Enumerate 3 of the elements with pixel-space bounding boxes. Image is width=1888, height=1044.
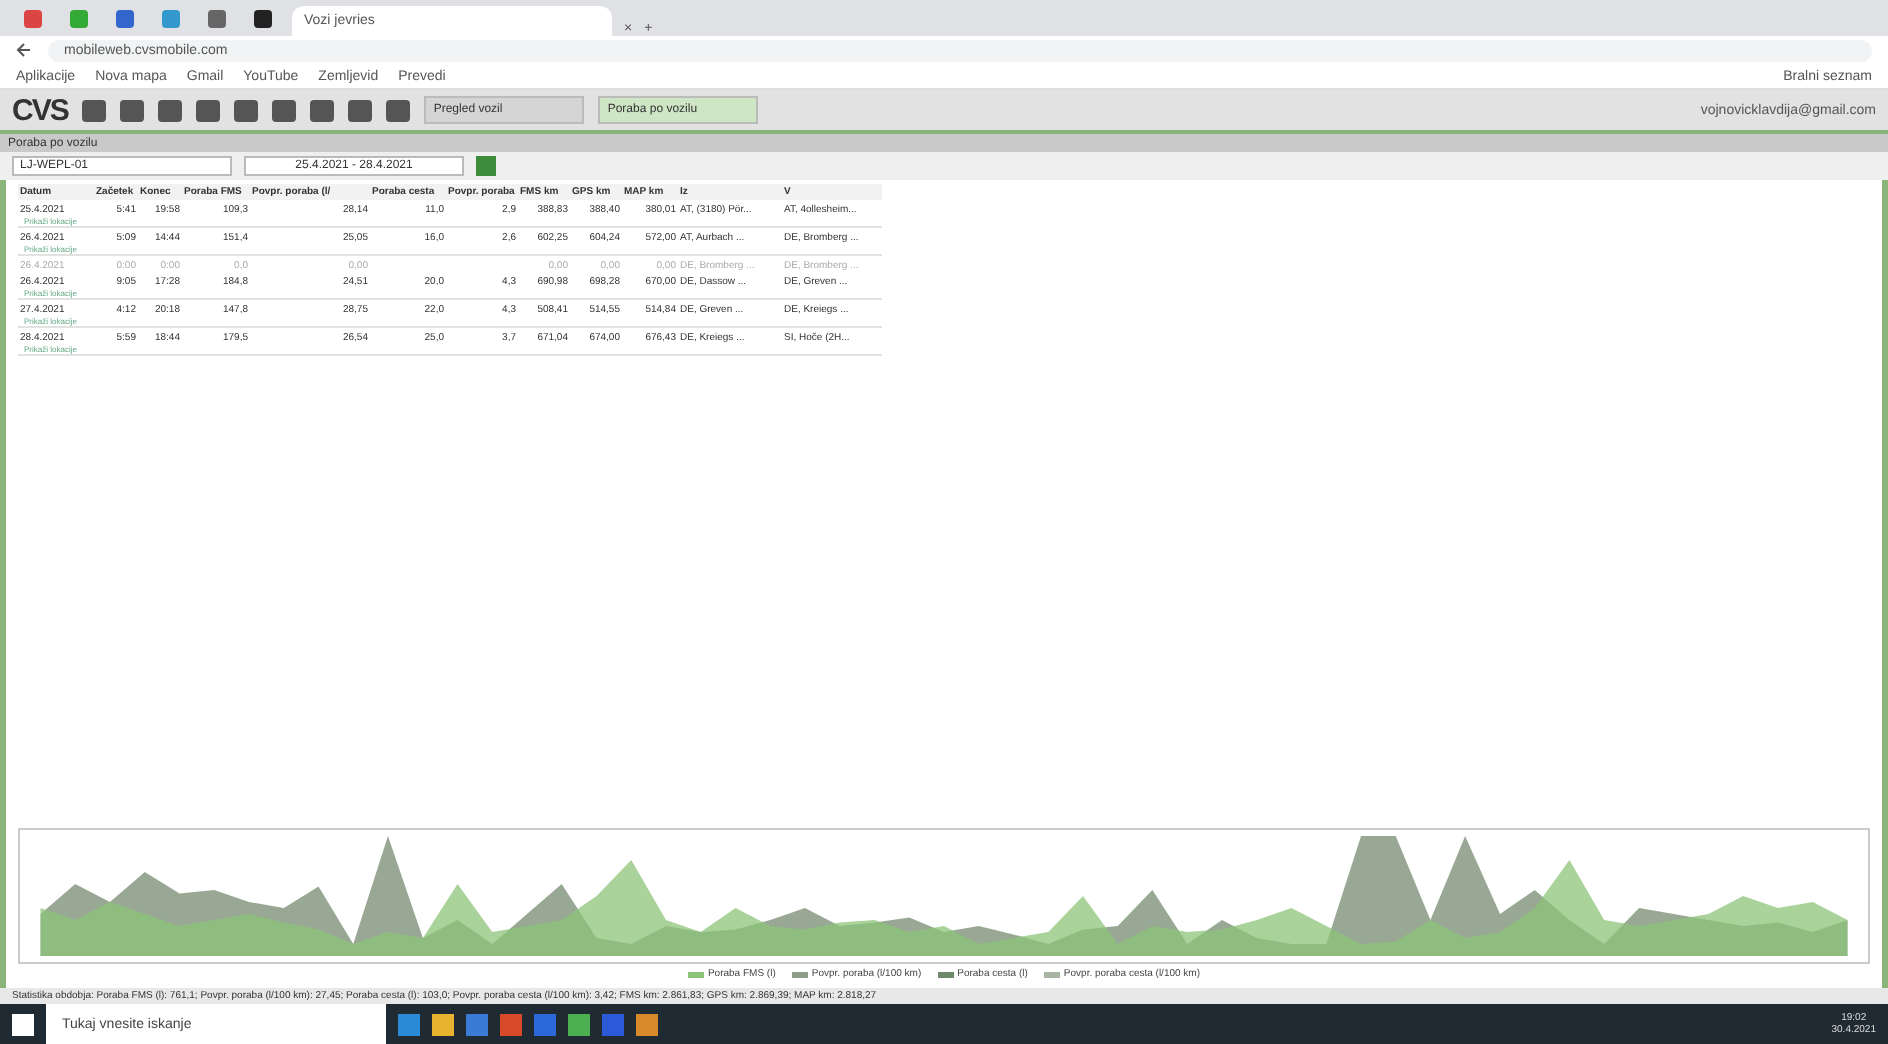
back-icon[interactable] bbox=[16, 42, 32, 58]
start-icon[interactable] bbox=[12, 1013, 34, 1035]
app-logo: CVS bbox=[12, 93, 68, 127]
